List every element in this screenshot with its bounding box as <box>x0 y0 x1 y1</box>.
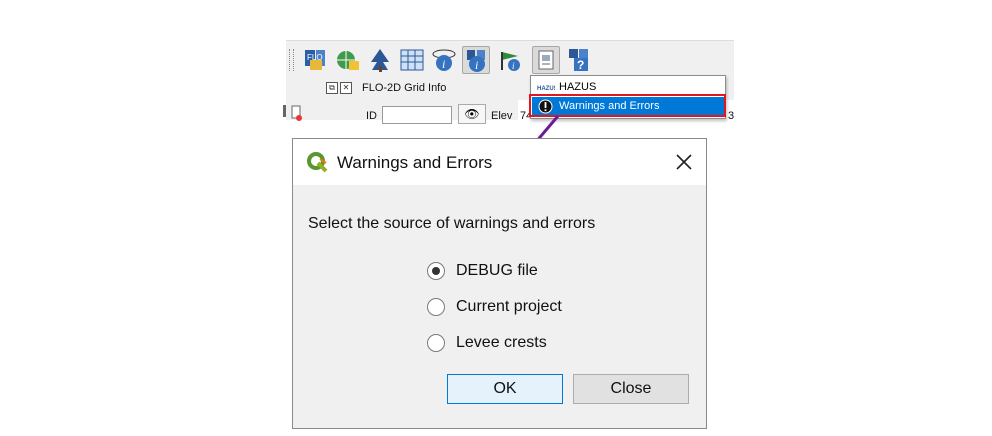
toolbar-grip[interactable] <box>289 49 294 71</box>
panel-title: FLO-2D Grid Info <box>362 82 447 94</box>
radio-label[interactable]: Current project <box>456 298 562 316</box>
close-icon[interactable] <box>673 151 695 173</box>
tree-icon[interactable] <box>366 46 394 74</box>
debug-tool-icon[interactable] <box>532 46 560 74</box>
grid-info-row: ID 👁 Elev 74 <box>283 100 532 124</box>
radio-label[interactable]: DEBUG file <box>456 262 538 280</box>
close-panel-icon[interactable]: ✕ <box>340 82 352 94</box>
dialog-title: Warnings and Errors <box>337 153 493 172</box>
radio-button[interactable] <box>427 262 445 280</box>
close-button[interactable]: Close <box>573 374 689 404</box>
dialog-titlebar[interactable]: Warnings and Errors <box>293 139 706 185</box>
warnings-errors-dialog: Warnings and Errors Select the source of… <box>292 138 707 429</box>
svg-text:HAZUS: HAZUS <box>537 86 555 92</box>
help-icon[interactable]: ? <box>566 46 594 74</box>
id-label: ID <box>366 110 377 122</box>
info-flag-icon[interactable]: i <box>496 46 524 74</box>
radio-button[interactable] <box>427 298 445 316</box>
float-icon[interactable]: ⧉ <box>326 82 338 94</box>
table-grid-icon[interactable] <box>398 46 426 74</box>
ok-button[interactable]: OK <box>447 374 563 404</box>
right-fragment: 3 <box>728 110 735 122</box>
edit-tools-icon[interactable] <box>282 104 306 122</box>
eye-icon[interactable]: 👁 <box>458 104 486 124</box>
id-input[interactable] <box>382 106 452 124</box>
radio-label[interactable]: Levee crests <box>456 334 547 352</box>
info-active-icon[interactable]: i <box>462 46 490 74</box>
qgis-logo-icon <box>307 152 328 173</box>
info-icon[interactable]: i <box>430 46 458 74</box>
dialog-prompt: Select the source of warnings and errors <box>308 215 596 232</box>
plugin-toolbar: FLO i i i ? <box>286 40 734 79</box>
svg-text:FLO: FLO <box>307 53 323 62</box>
svg-text:i: i <box>442 57 445 71</box>
hazus-icon: HAZUS <box>537 86 555 92</box>
svg-text:?: ? <box>577 58 584 72</box>
svg-text:i: i <box>475 58 478 72</box>
flo2d-tools-icon[interactable]: FLO <box>302 46 330 74</box>
radio-button[interactable] <box>427 334 445 352</box>
grid-globe-icon[interactable] <box>334 46 362 74</box>
